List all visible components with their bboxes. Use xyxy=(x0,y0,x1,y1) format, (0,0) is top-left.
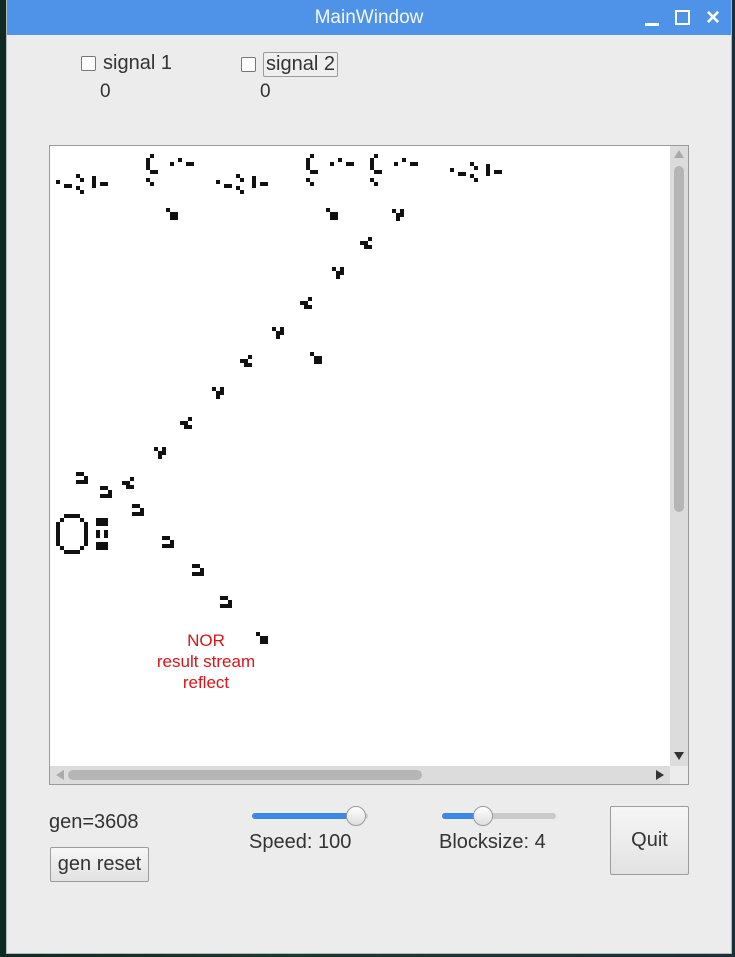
horizontal-scrollbar[interactable] xyxy=(50,766,670,784)
signal-1-checkbox[interactable]: signal 1 xyxy=(81,52,172,75)
cell-cluster xyxy=(56,168,116,203)
cell-cluster xyxy=(306,152,366,193)
close-icon[interactable]: × xyxy=(703,6,723,30)
checkbox-box[interactable] xyxy=(241,57,256,72)
cell-cluster xyxy=(240,354,254,372)
cell-cluster xyxy=(56,514,116,561)
cell-cluster xyxy=(132,504,146,523)
annotation-line-2: result stream xyxy=(156,652,256,671)
cell-cluster xyxy=(192,564,206,583)
cell-cluster xyxy=(272,326,286,344)
gen-reset-button[interactable]: gen reset xyxy=(50,847,149,882)
signal-2-count: 0 xyxy=(260,81,271,102)
scrollbar-corner xyxy=(670,766,688,784)
cell-cluster xyxy=(180,416,194,434)
speed-slider-fill xyxy=(252,813,357,819)
annotation-line-1: NOR xyxy=(187,631,225,650)
cell-cluster xyxy=(166,208,180,227)
cell-cluster xyxy=(100,486,114,505)
signal-2-label: signal 2 xyxy=(263,52,338,77)
title-bar[interactable]: MainWindow × xyxy=(7,0,731,35)
canvas-annotation: NOR result stream reflect xyxy=(146,630,266,693)
blocksize-label: Blocksize: 4 xyxy=(439,831,546,853)
cell-cluster xyxy=(450,156,510,191)
blocksize-slider[interactable] xyxy=(442,806,556,826)
scroll-up-icon[interactable] xyxy=(674,150,684,158)
cell-cluster xyxy=(332,266,346,284)
minimize-icon[interactable] xyxy=(643,8,663,28)
vertical-scrollbar[interactable] xyxy=(670,146,688,766)
cell-cluster xyxy=(154,446,168,464)
cell-cluster xyxy=(216,168,276,203)
quit-button[interactable]: Quit xyxy=(610,806,689,875)
cell-cluster xyxy=(146,152,206,193)
cell-cluster xyxy=(392,208,406,226)
speed-slider-handle[interactable] xyxy=(346,806,367,826)
window-title: MainWindow xyxy=(314,7,424,28)
scroll-left-icon[interactable] xyxy=(56,770,64,780)
blocksize-slider-handle[interactable] xyxy=(473,806,494,826)
scroll-right-icon[interactable] xyxy=(656,770,664,780)
horizontal-scroll-thumb[interactable] xyxy=(68,770,422,780)
main-window: MainWindow × signal 1 0 signal 2 0 NOR r… xyxy=(7,0,731,953)
cell-cluster xyxy=(212,386,226,404)
cell-cluster xyxy=(360,236,374,254)
generation-counter: gen=3608 xyxy=(49,811,139,833)
cell-cluster xyxy=(122,476,136,494)
cell-cluster xyxy=(162,536,176,555)
cell-cluster xyxy=(220,596,234,615)
cell-cluster xyxy=(76,472,90,491)
speed-slider[interactable] xyxy=(252,806,368,826)
cell-cluster xyxy=(310,352,324,371)
cell-cluster xyxy=(326,208,340,227)
maximize-icon[interactable] xyxy=(673,8,693,28)
signal-1-label: signal 1 xyxy=(103,52,172,74)
life-canvas[interactable]: NOR result stream reflect xyxy=(49,145,689,785)
signal-2-checkbox[interactable]: signal 2 xyxy=(241,52,338,77)
vertical-scroll-thumb[interactable] xyxy=(674,166,684,512)
speed-label: Speed: 100 xyxy=(249,831,352,853)
cell-cluster xyxy=(300,296,314,314)
signal-1-count: 0 xyxy=(100,81,111,102)
cell-cluster xyxy=(370,152,430,193)
checkbox-box[interactable] xyxy=(81,56,96,71)
annotation-line-3: reflect xyxy=(182,673,230,692)
scroll-down-icon[interactable] xyxy=(674,752,684,760)
